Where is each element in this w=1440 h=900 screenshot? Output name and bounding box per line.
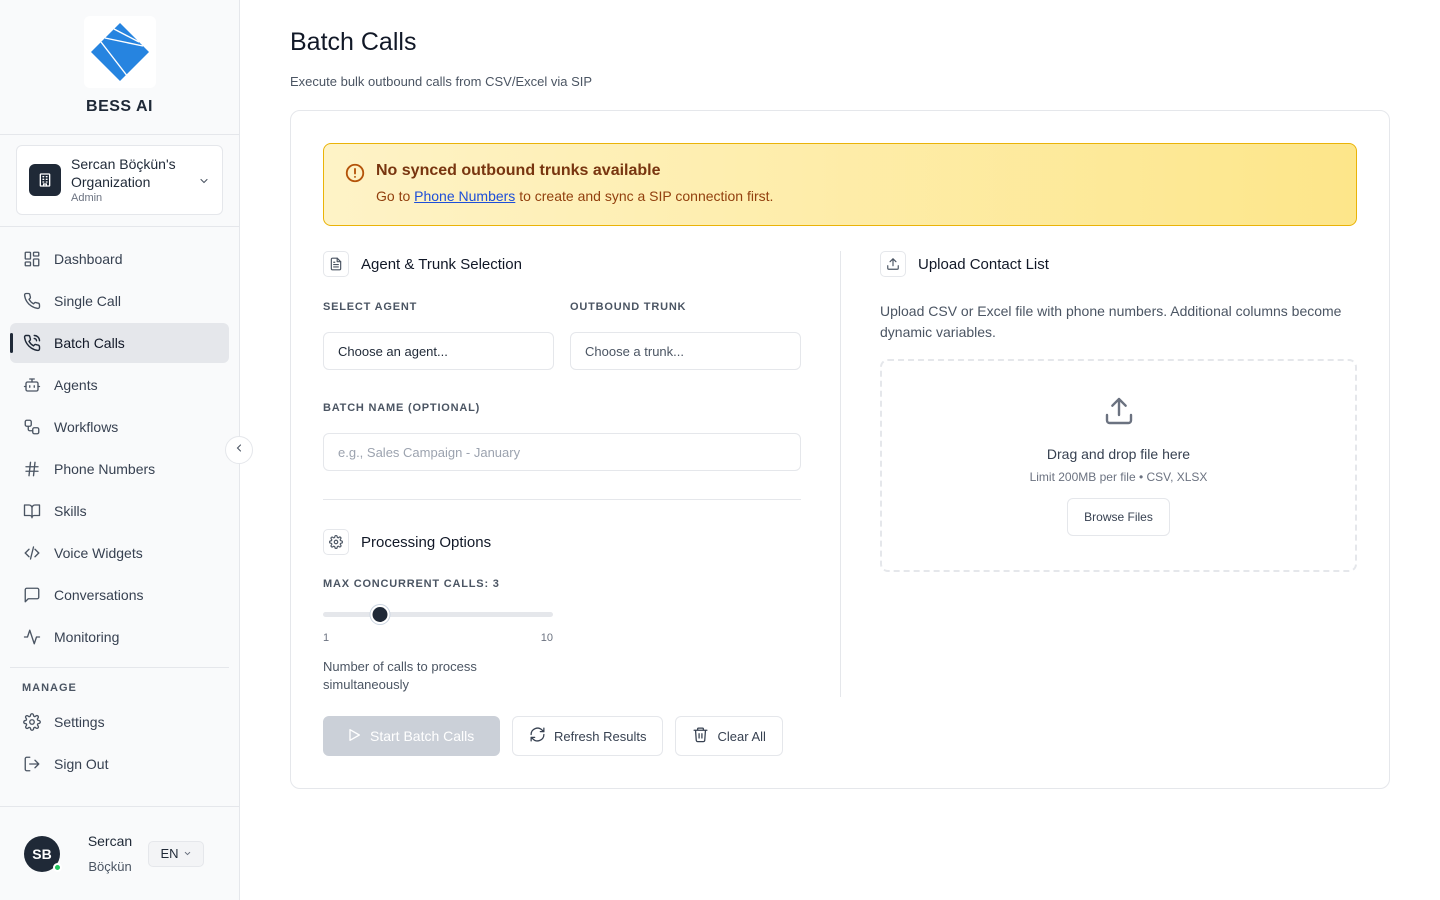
nav-item-voice-widgets[interactable]: Voice Widgets	[10, 533, 229, 573]
warning-alert: No synced outbound trunks available Go t…	[323, 143, 1357, 226]
nav-item-batch-calls[interactable]: Batch Calls	[10, 323, 229, 363]
gear-icon	[323, 529, 349, 555]
code-icon	[22, 543, 42, 563]
nav-item-sign-out[interactable]: Sign Out	[10, 744, 229, 784]
concurrency-hint: Number of calls to process simultaneousl…	[323, 659, 477, 692]
upload-section-header: Upload Contact List	[880, 251, 1358, 277]
slider-min-label: 1	[323, 632, 330, 644]
book-icon	[22, 501, 42, 521]
diamond-logo-icon	[90, 23, 149, 81]
nav-item-settings[interactable]: Settings	[10, 702, 229, 742]
manage-nav: Settings Sign Out	[0, 702, 239, 784]
bot-icon	[22, 375, 42, 395]
file-dropzone[interactable]: Drag and drop file here Limit 200MB per …	[880, 359, 1357, 572]
user-name: Sercan Böçkün	[76, 833, 144, 874]
activity-icon	[22, 627, 42, 647]
processing-section-title: Processing Options	[361, 533, 492, 551]
nav-item-conversations[interactable]: Conversations	[10, 575, 229, 615]
concurrency-slider[interactable]	[323, 605, 553, 624]
alert-message: Go to Phone Numbers to create and sync a…	[376, 188, 774, 204]
user-profile: SB Sercan Böçkün EN	[0, 806, 240, 900]
manage-section-label: MANAGE	[22, 682, 77, 694]
column-divider	[840, 251, 841, 697]
dropzone-title: Drag and drop file here	[1046, 446, 1191, 462]
main-nav: Dashboard Single Call Batch Calls Agents…	[0, 227, 239, 657]
nav-item-monitoring[interactable]: Monitoring	[10, 617, 229, 657]
upload-section-title: Upload Contact List	[918, 255, 1049, 273]
play-icon	[346, 727, 362, 746]
batch-calls-card: No synced outbound trunks available Go t…	[290, 110, 1390, 789]
nav-item-phone-numbers[interactable]: Phone Numbers	[10, 449, 229, 489]
workflow-icon	[22, 417, 42, 437]
nav-item-single-call[interactable]: Single Call	[10, 281, 229, 321]
chevron-down-icon	[198, 174, 210, 192]
phone-outgoing-icon	[22, 333, 42, 353]
alert-circle-icon	[344, 162, 366, 189]
page-subtitle: Execute bulk outbound calls from CSV/Exc…	[290, 74, 593, 89]
outbound-trunk-label: OUTBOUND TRUNK	[570, 301, 687, 313]
language-select[interactable]: EN	[148, 840, 204, 867]
nav-item-agents[interactable]: Agents	[10, 365, 229, 405]
batch-name-input[interactable]	[323, 433, 801, 471]
chevron-left-icon	[233, 441, 245, 459]
user-last-name: Böçkün	[88, 859, 132, 874]
sidebar: BESS AI Sercan Böçkün's Organization Adm…	[0, 0, 240, 900]
document-icon	[323, 251, 349, 277]
refresh-results-button[interactable]: Refresh Results	[512, 716, 664, 756]
agent-trunk-column: Agent & Trunk Selection SELECT AGENT Cho…	[323, 251, 801, 694]
trunk-select[interactable]: Choose a trunk...	[570, 332, 801, 370]
select-agent-label: SELECT AGENT	[323, 301, 418, 313]
slider-range-labels: 1 10	[323, 632, 553, 644]
online-status-dot	[53, 862, 62, 872]
gear-icon	[22, 712, 42, 732]
trash-icon	[692, 726, 709, 746]
upload-cloud-icon	[1103, 395, 1135, 432]
phone-icon	[22, 291, 42, 311]
chevron-down-icon	[183, 846, 192, 861]
agent-section-header: Agent & Trunk Selection	[323, 251, 801, 277]
batch-name-label: BATCH NAME (OPTIONAL)	[323, 402, 481, 414]
sign-out-icon	[22, 754, 42, 774]
user-first-name: Sercan	[87, 833, 133, 849]
alert-title: No synced outbound trunks available	[376, 162, 661, 179]
collapse-sidebar-button[interactable]	[225, 436, 253, 464]
message-icon	[22, 585, 42, 605]
browse-files-button[interactable]: Browse Files	[1067, 498, 1170, 536]
slider-thumb[interactable]	[370, 605, 390, 624]
processing-section-header: Processing Options	[323, 529, 801, 555]
start-batch-calls-button[interactable]: Start Batch Calls	[323, 716, 500, 756]
upload-description: Upload CSV or Excel file with phone numb…	[880, 303, 1342, 340]
page-title: Batch Calls	[290, 28, 417, 56]
nav-item-skills[interactable]: Skills	[10, 491, 229, 531]
org-name: Sercan Böçkün's Organization	[71, 156, 176, 190]
org-switcher[interactable]: Sercan Böçkün's Organization Admin	[16, 145, 223, 215]
slider-max-label: 10	[540, 632, 553, 644]
brand-logo[interactable]	[83, 16, 156, 88]
brand-name: BESS AI	[86, 98, 153, 115]
nav-item-workflows[interactable]: Workflows	[10, 407, 229, 447]
upload-icon	[880, 251, 906, 277]
upload-column: Upload Contact List Upload CSV or Excel …	[880, 251, 1358, 572]
nav-item-dashboard[interactable]: Dashboard	[10, 239, 229, 279]
building-icon	[29, 164, 61, 196]
section-divider	[323, 499, 801, 500]
refresh-icon	[529, 726, 546, 746]
agent-section-title: Agent & Trunk Selection	[361, 255, 522, 273]
hash-icon	[22, 459, 42, 479]
action-bar: Start Batch Calls Refresh Results Clear …	[323, 716, 783, 756]
org-role: Admin	[71, 192, 103, 204]
main-content: Batch Calls Execute bulk outbound calls …	[290, 0, 1390, 789]
avatar[interactable]: SB	[24, 835, 62, 872]
dropzone-limit: Limit 200MB per file • CSV, XLSX	[1029, 470, 1208, 484]
agent-select[interactable]: Choose an agent...	[323, 332, 554, 370]
max-concurrent-label: MAX CONCURRENT CALLS: 3	[323, 578, 500, 590]
brand: BESS AI	[0, 0, 239, 135]
clear-all-button[interactable]: Clear All	[675, 716, 783, 756]
phone-numbers-link[interactable]: Phone Numbers	[414, 188, 515, 204]
grid-icon	[22, 249, 42, 269]
